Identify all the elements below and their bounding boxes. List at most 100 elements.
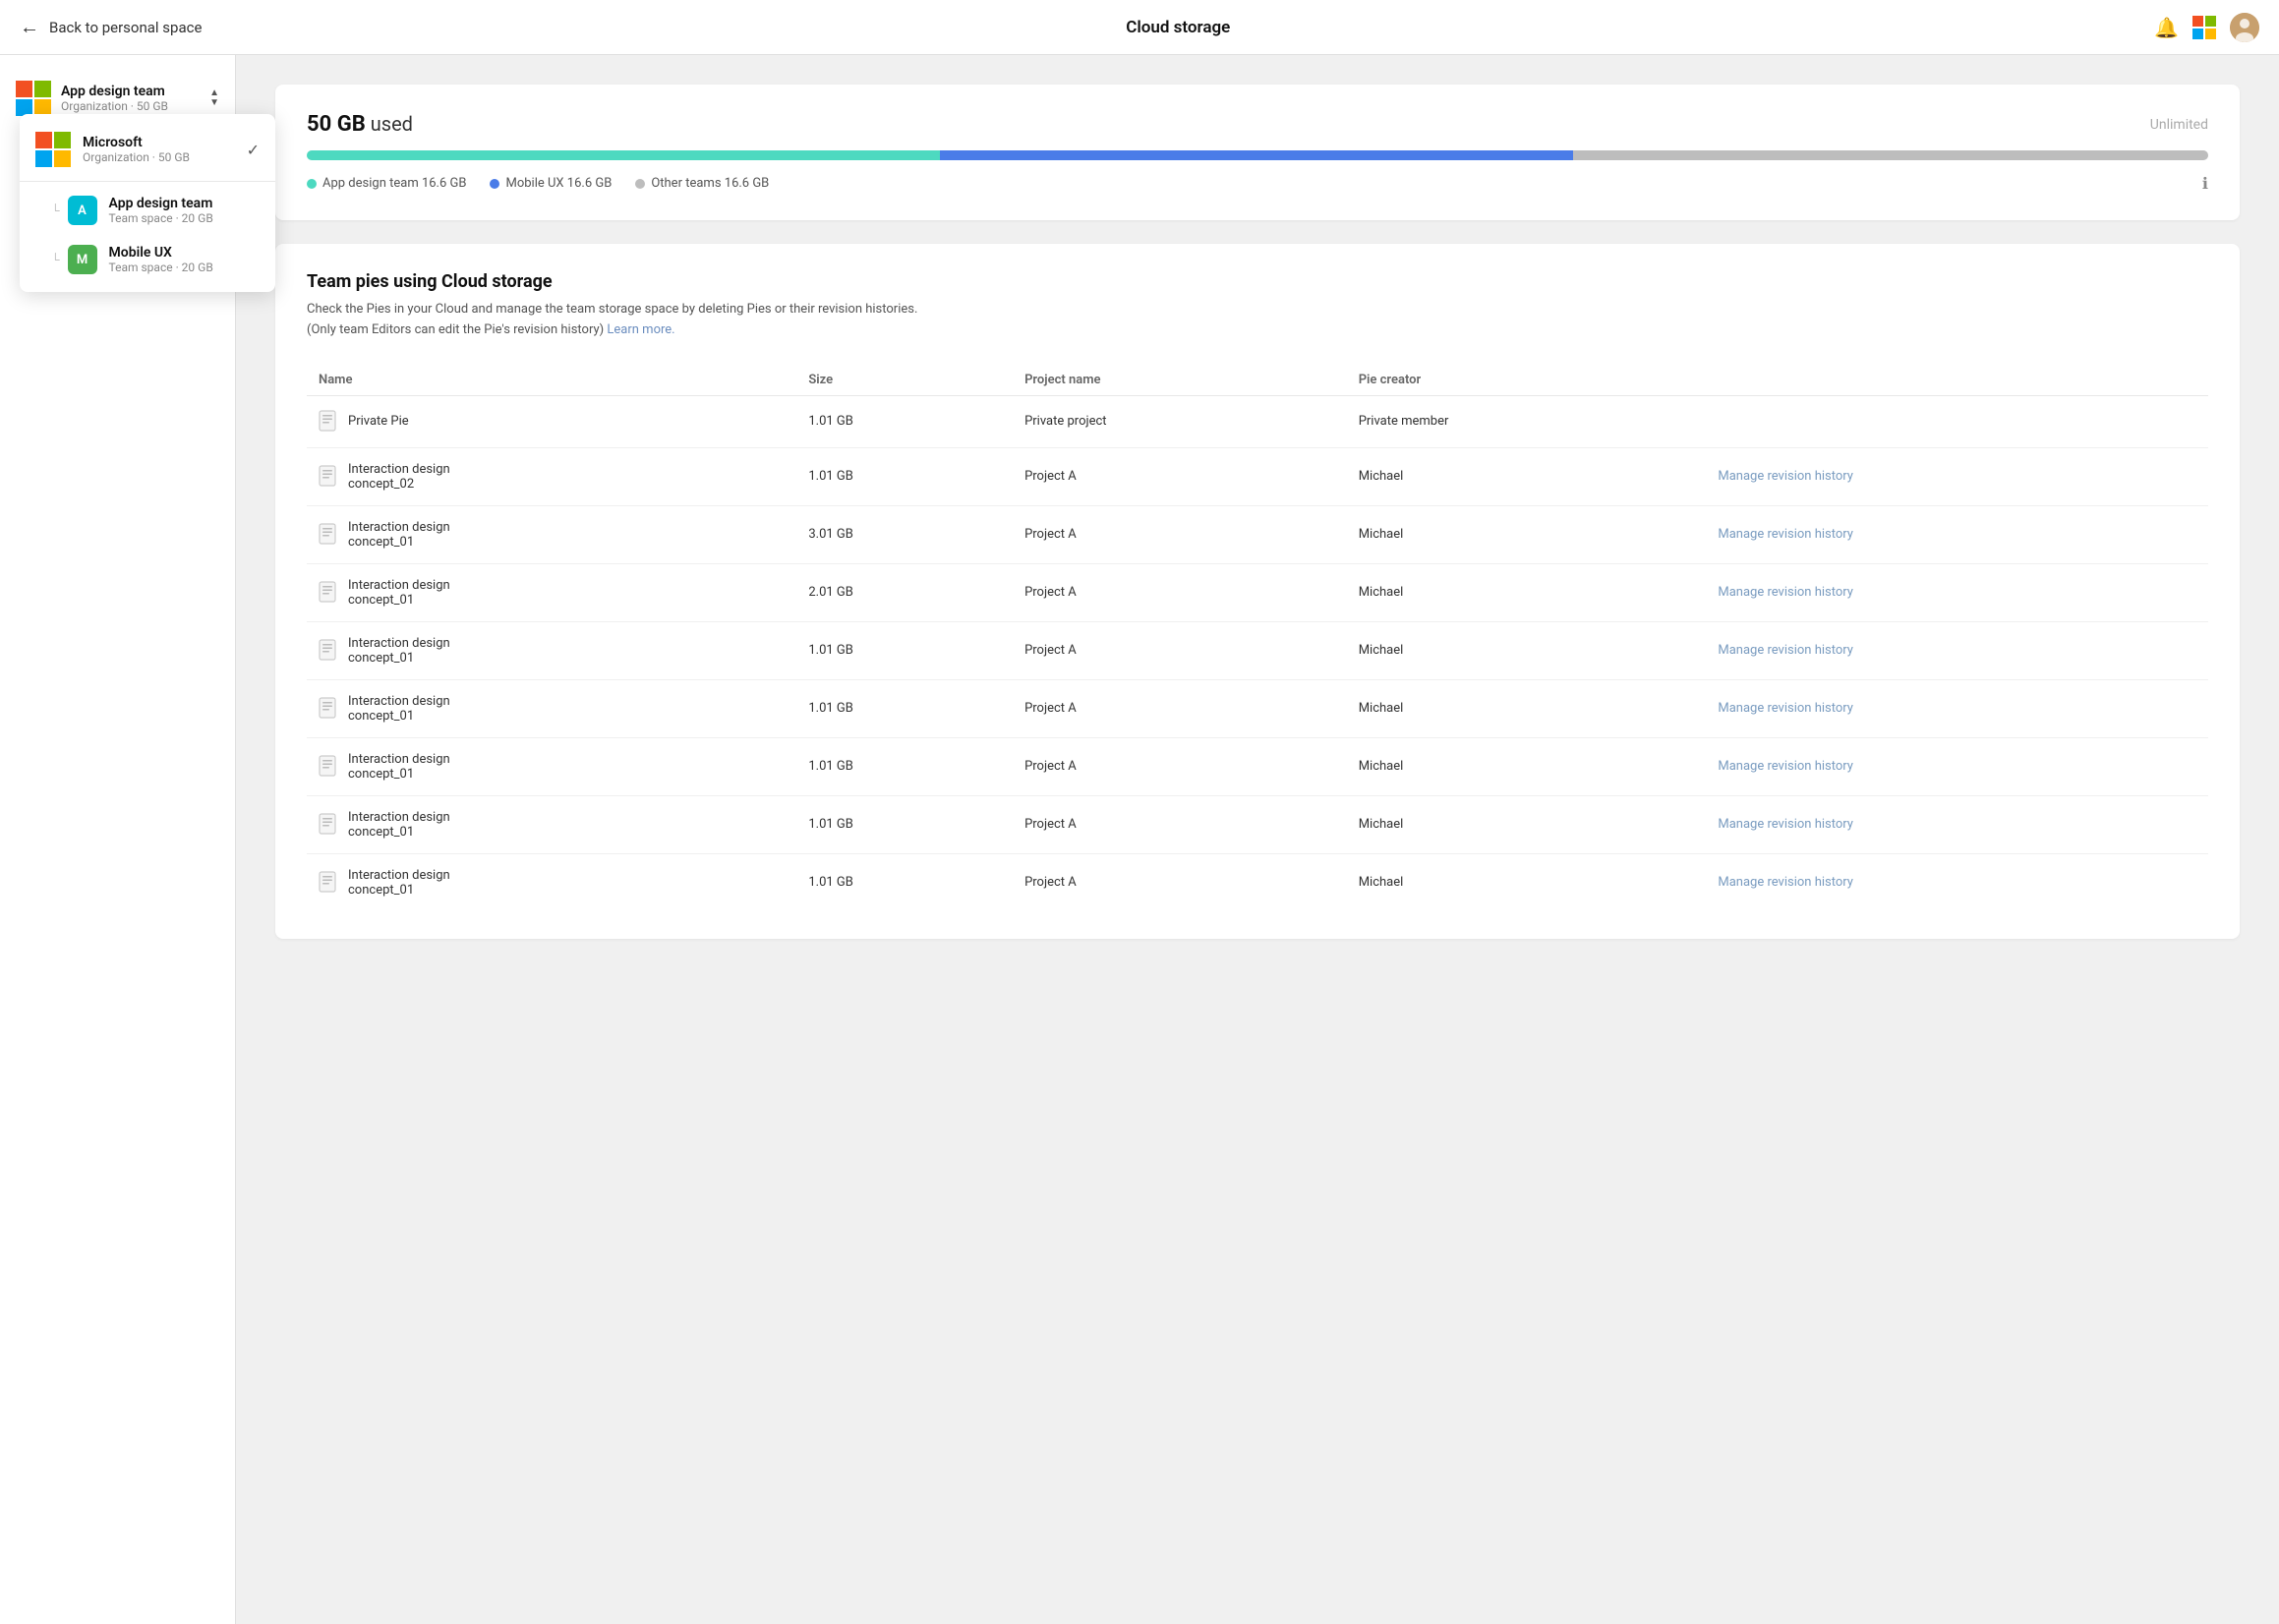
table-row: Interaction designconcept_01 1.01 GBProj… [307,737,2208,795]
team-m-name: Mobile UX [109,245,260,261]
file-icon [319,697,338,721]
microsoft-org-icon [35,132,71,167]
legend-dot-blue [490,179,499,189]
cell-creator: Private member [1347,395,1707,447]
main-content: 50 GB used Unlimited App design team 16.… [236,55,2279,1624]
legend-label-gray: Other teams 16.6 GB [651,176,769,191]
col-name: Name [307,365,796,396]
cell-manage[interactable]: Manage revision history [1706,737,2208,795]
cell-manage[interactable]: Manage revision history [1706,447,2208,505]
cell-project: Project A [1013,679,1347,737]
cell-name: Interaction designconcept_01 [307,563,796,621]
dropdown-team-info-a: App design team Team space · 20 GB [109,196,260,225]
cell-size: 1.01 GB [796,447,1013,505]
legend-label-blue: Mobile UX 16.6 GB [505,176,612,191]
table-desc-text1: Check the Pies in your Cloud and manage … [307,302,917,317]
back-label: Back to personal space [49,19,202,36]
team-a-avatar: A [68,196,97,225]
manage-revision-link[interactable]: Manage revision history [1718,585,1853,600]
dropdown-item-mobile-ux[interactable]: └ M Mobile UX Team space · 20 GB [20,235,275,284]
dropdown-org-sub: Organization · 50 GB [83,150,235,164]
cell-project: Project A [1013,447,1347,505]
manage-revision-link[interactable]: Manage revision history [1718,817,1853,832]
file-cell: Interaction designconcept_02 [319,462,785,492]
table-row: Interaction designconcept_01 2.01 GBProj… [307,563,2208,621]
storage-info-icon[interactable]: ℹ [2202,174,2208,193]
manage-revision-link[interactable]: Manage revision history [1718,759,1853,774]
dropdown-item-app-design[interactable]: └ A App design team Team space · 20 GB [20,186,275,235]
manage-revision-link[interactable]: Manage revision history [1718,643,1853,658]
file-icon [319,871,338,895]
file-cell: Interaction designconcept_01 [319,868,785,898]
col-project: Project name [1013,365,1347,396]
page-title: Cloud storage [1126,18,1230,37]
team-m-avatar: M [68,245,97,274]
org-info: App design team Organization · 50 GB [61,84,200,113]
legend-item-teal: App design team 16.6 GB [307,176,466,191]
file-cell: Interaction designconcept_01 [319,578,785,608]
cell-project: Project A [1013,795,1347,853]
file-icon [319,639,338,663]
table-header-row: Name Size Project name Pie creator [307,365,2208,396]
col-actions [1706,365,2208,396]
microsoft-logo [2192,16,2216,39]
main-layout: App design team Organization · 50 GB ▲ ▼… [0,0,2279,1624]
cell-manage[interactable]: Manage revision history [1706,563,2208,621]
cell-manage[interactable]: Manage revision history [1706,679,2208,737]
file-icon [319,465,338,489]
cell-creator: Michael [1347,679,1707,737]
team-a-name: App design team [109,196,260,211]
learn-more-link[interactable]: Learn more. [607,322,674,337]
notification-icon[interactable]: 🔔 [2154,16,2179,39]
org-name: App design team [61,84,200,99]
table-description: Check the Pies in your Cloud and manage … [307,300,2208,341]
cell-creator: Michael [1347,853,1707,911]
cell-size: 1.01 GB [796,795,1013,853]
cell-manage[interactable]: Manage revision history [1706,505,2208,563]
dropdown-item-microsoft[interactable]: Microsoft Organization · 50 GB ✓ [20,122,275,177]
pies-table: Name Size Project name Pie creator Priva… [307,365,2208,911]
table-row: Interaction designconcept_01 1.01 GBProj… [307,795,2208,853]
file-name: Private Pie [348,414,409,429]
table-row: Private Pie 1.01 GBPrivate projectPrivat… [307,395,2208,447]
manage-revision-link[interactable]: Manage revision history [1718,701,1853,716]
dropdown-divider [20,181,275,182]
file-name: Interaction designconcept_01 [348,520,450,550]
col-creator: Pie creator [1347,365,1707,396]
cell-name: Interaction designconcept_01 [307,737,796,795]
cell-creator: Michael [1347,795,1707,853]
manage-revision-link[interactable]: Manage revision history [1718,469,1853,484]
avatar[interactable] [2230,13,2259,42]
table-row: Interaction designconcept_01 1.01 GBProj… [307,621,2208,679]
file-icon [319,410,338,434]
table-row: Interaction designconcept_02 1.01 GBProj… [307,447,2208,505]
dropdown-org-info: Microsoft Organization · 50 GB [83,135,235,164]
storage-legend: App design team 16.6 GB Mobile UX 16.6 G… [307,174,2208,193]
file-name: Interaction designconcept_01 [348,694,450,724]
bar-segment-blue [940,150,1573,160]
file-name: Interaction designconcept_01 [348,868,450,898]
cell-size: 1.01 GB [796,737,1013,795]
file-cell: Interaction designconcept_01 [319,752,785,782]
cell-manage[interactable]: Manage revision history [1706,621,2208,679]
team-a-sub: Team space · 20 GB [109,211,260,225]
manage-revision-link[interactable]: Manage revision history [1718,527,1853,542]
manage-revision-link[interactable]: Manage revision history [1718,875,1853,890]
cell-size: 1.01 GB [796,853,1013,911]
legend-dot-gray [635,179,645,189]
cell-manage[interactable]: Manage revision history [1706,795,2208,853]
back-button[interactable]: ← Back to personal space [20,15,202,39]
storage-used-label: used [371,112,413,136]
legend-label-teal: App design team 16.6 GB [322,176,466,191]
table-body: Private Pie 1.01 GBPrivate projectPrivat… [307,395,2208,911]
file-cell: Interaction designconcept_01 [319,694,785,724]
cell-size: 1.01 GB [796,679,1013,737]
sidebar: App design team Organization · 50 GB ▲ ▼… [0,55,236,1624]
cell-manage[interactable]: Manage revision history [1706,853,2208,911]
file-icon [319,581,338,605]
dropdown-org-name: Microsoft [83,135,235,150]
back-arrow-icon: ← [20,15,39,39]
cell-creator: Michael [1347,505,1707,563]
cell-name: Interaction designconcept_01 [307,679,796,737]
cell-name: Interaction designconcept_01 [307,505,796,563]
